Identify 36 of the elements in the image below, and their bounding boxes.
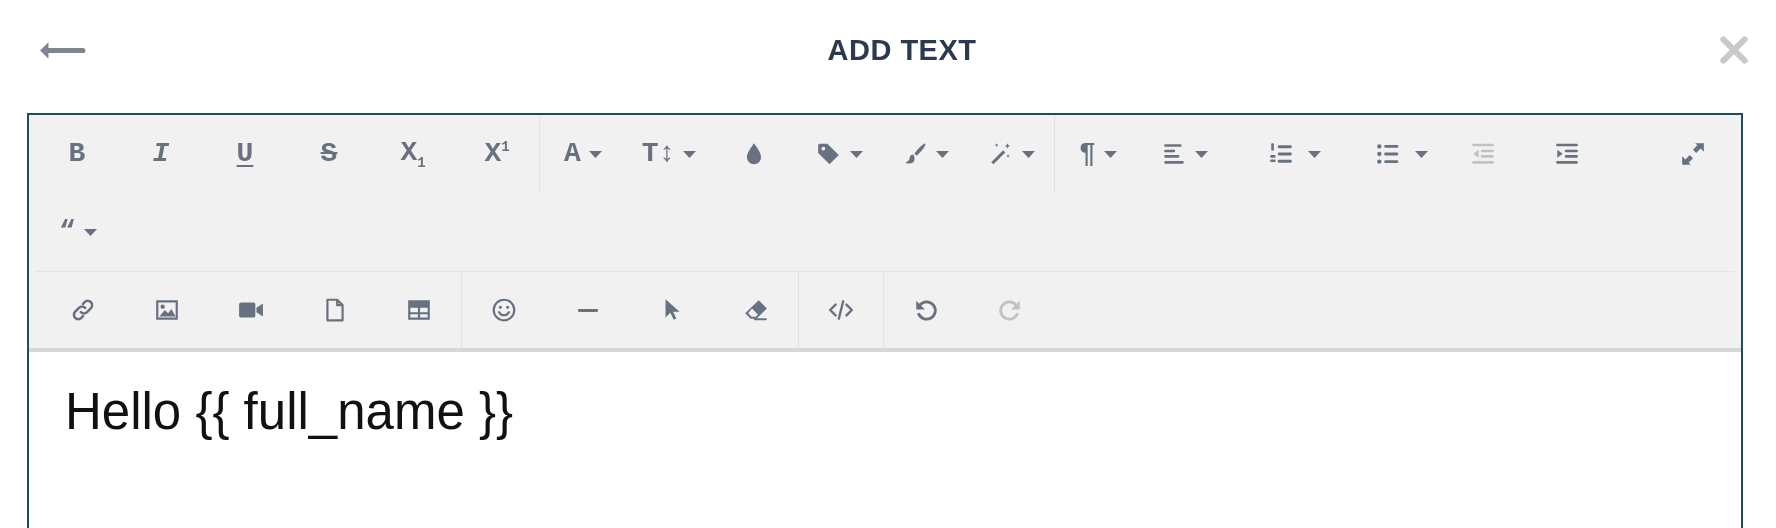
toolbar-button[interactable]: U xyxy=(203,124,287,184)
caret-icon xyxy=(588,150,602,158)
outdent-icon xyxy=(1470,141,1496,167)
expand-icon xyxy=(1680,141,1706,167)
indent-icon xyxy=(1554,141,1580,167)
caret-icon xyxy=(1021,150,1035,158)
eraser-icon xyxy=(743,297,769,323)
caret-icon xyxy=(1307,150,1321,158)
redo-icon xyxy=(997,297,1023,323)
caret-icon xyxy=(683,150,697,158)
editor-text: Hello {{ full_name }} xyxy=(64,382,514,442)
table-icon xyxy=(406,297,432,323)
caret-icon xyxy=(1103,150,1117,158)
dialog-title: ADD TEXT xyxy=(827,33,977,67)
toolbar-button[interactable]: T↕ xyxy=(626,124,712,184)
toolbar-button[interactable]: X$^{1}$ xyxy=(455,124,539,184)
smiley-icon xyxy=(491,297,517,323)
caret-icon xyxy=(1194,150,1208,158)
caret-icon xyxy=(935,150,949,158)
caret-icon xyxy=(83,228,97,236)
code-icon xyxy=(828,297,854,323)
toolbar-button[interactable]: A xyxy=(540,124,626,184)
toolbar-button[interactable]: X$_{1}$ xyxy=(371,124,455,184)
caret-icon xyxy=(1414,150,1428,158)
bullet-list-icon xyxy=(1375,141,1401,167)
toolbar-button[interactable]: ¶ xyxy=(1055,124,1141,184)
undo-icon xyxy=(913,297,939,323)
toolbar-button[interactable]: S xyxy=(287,124,371,184)
toolbar-button[interactable]: I xyxy=(119,124,203,184)
close-icon xyxy=(1718,34,1750,66)
image-icon xyxy=(154,297,180,323)
toolbar-button[interactable]: B xyxy=(35,124,119,184)
caret-icon xyxy=(849,150,863,158)
toolbar-button[interactable]: “ xyxy=(35,202,121,262)
horizontal-line-icon xyxy=(578,308,598,312)
link-icon xyxy=(70,297,96,323)
